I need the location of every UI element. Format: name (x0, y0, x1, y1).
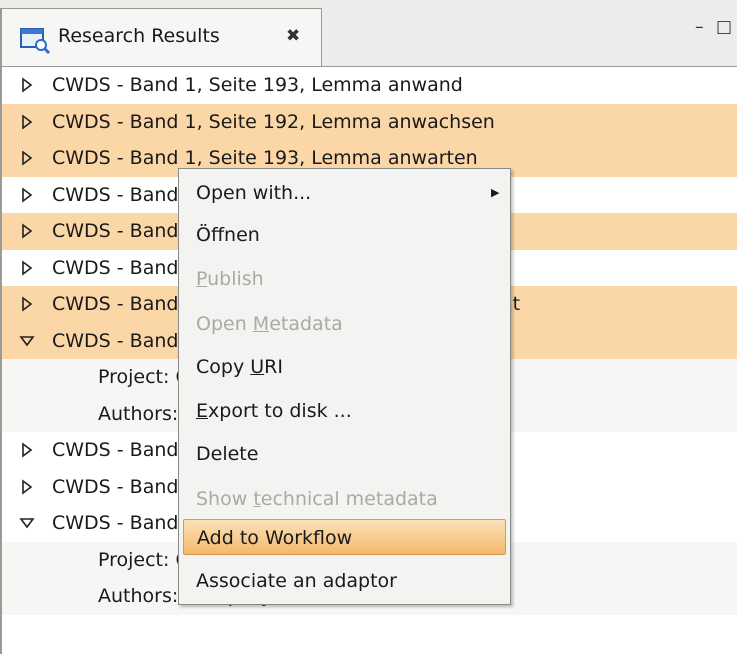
collapsed-triangle-icon[interactable] (18, 177, 36, 213)
research-view-icon (20, 26, 52, 55)
tree-row[interactable]: CWDS - Band 1, Seite 192, Lemma anwachse… (2, 103, 737, 140)
close-icon[interactable]: ✖ (286, 26, 300, 46)
menu-item-label: Associate an adaptor (196, 570, 397, 592)
collapsed-triangle-icon[interactable] (18, 140, 36, 176)
tree-row[interactable]: CWDS - Band 1, Seite 193, Lemma anwand (2, 67, 737, 104)
menu-item-copy-uri[interactable]: Copy URI (183, 349, 506, 385)
collapsed-triangle-icon[interactable] (18, 469, 36, 505)
menu-item-label: Delete (196, 443, 259, 465)
menu-item-open-with[interactable]: Open with... ▶ (183, 175, 506, 211)
minimize-icon[interactable]: – (695, 18, 704, 36)
menu-item-delete[interactable]: Delete (183, 436, 506, 472)
tree-row-label: CWDS - Band 1, Seite 193, Lemma anwand (52, 74, 463, 96)
collapsed-triangle-icon[interactable] (18, 432, 36, 468)
collapsed-triangle-icon[interactable] (18, 250, 36, 286)
menu-item-label: Add to Workflow (197, 527, 353, 549)
tree-row-label: CWDS - Band 1, Seite 192, Lemma anwachse… (52, 110, 495, 133)
context-menu: Open with... ▶ Öffnen Publish Open Metadata C… (178, 168, 511, 605)
collapsed-triangle-icon[interactable] (18, 67, 36, 103)
menu-item-label: Export to disk ... (196, 400, 352, 422)
menu-item-show-technical-metadata[interactable]: Show technical metadata (183, 481, 506, 517)
view-tab-bar: Research Results ✖ – □ (0, 0, 737, 66)
expanded-triangle-icon[interactable] (18, 505, 36, 541)
menu-item-ffnen[interactable]: Öffnen (183, 217, 506, 253)
menu-item-label: Publish (196, 268, 264, 290)
menu-item-publish[interactable]: Publish (183, 261, 506, 297)
menu-item-export-to-disk[interactable]: Export to disk ... (183, 393, 506, 429)
menu-item-associate-an-adaptor[interactable]: Associate an adaptor (183, 563, 506, 599)
collapsed-triangle-icon[interactable] (18, 104, 36, 140)
menu-item-add-to-workflow[interactable]: Add to Workflow (183, 519, 506, 555)
collapsed-triangle-icon[interactable] (18, 213, 36, 249)
collapsed-triangle-icon[interactable] (18, 286, 36, 322)
submenu-arrow-icon: ▶ (491, 186, 500, 199)
menu-item-label: Open Metadata (196, 313, 343, 335)
menu-item-label: Open with... (196, 182, 312, 204)
expanded-triangle-icon[interactable] (18, 323, 36, 359)
menu-item-label: Show technical metadata (196, 488, 438, 510)
tab-research-results[interactable]: Research Results ✖ (0, 8, 322, 66)
maximize-icon[interactable]: □ (716, 18, 732, 36)
tab-title: Research Results (58, 25, 220, 47)
menu-item-open-metadata[interactable]: Open Metadata (183, 306, 506, 342)
menu-item-label: Copy URI (196, 356, 283, 378)
menu-item-label: Öffnen (196, 224, 260, 246)
